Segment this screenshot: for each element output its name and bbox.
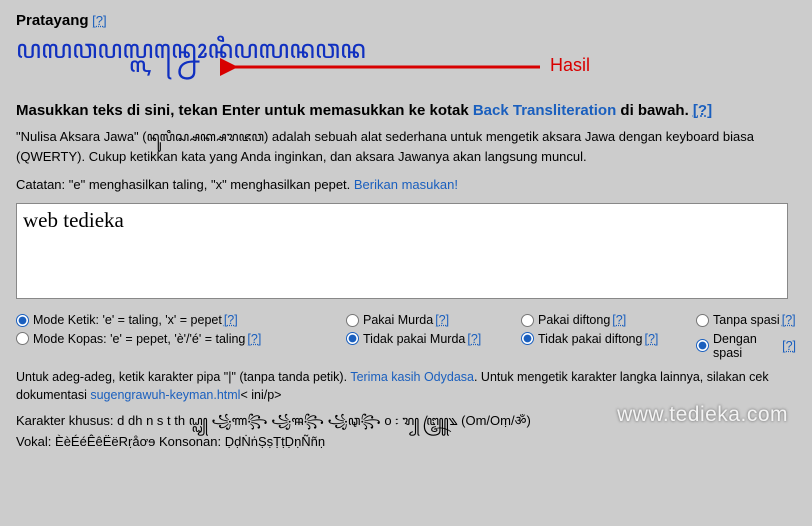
radio-label: Mode Ketik: 'e' = taling, 'x' = pepet [33, 313, 222, 327]
help-icon[interactable]: [?] [612, 313, 626, 327]
help-icon[interactable]: [?] [693, 102, 712, 119]
help-icon[interactable]: [?] [224, 313, 238, 327]
intro-pre: "Nulisa Aksara Jawa" ( [16, 129, 147, 144]
special-chars-1: Karakter khusus: d dh n s t th ꦝ꧀ꦞ꧀ ꧁ꦟ꧂ … [16, 411, 796, 432]
radio-label: Tanpa spasi [713, 313, 780, 327]
thanks-link[interactable]: Terima kasih Odydasa [350, 370, 474, 384]
main-input[interactable] [16, 203, 788, 299]
radio-pakai-murda[interactable]: Pakai Murda [?] [346, 313, 449, 327]
radio-label: Dengan spasi [713, 332, 780, 360]
heading-post: di bawah. [616, 102, 689, 119]
radio-label: Tidak pakai diftong [538, 332, 642, 346]
back-transliteration-link[interactable]: Back Transliteration [473, 102, 616, 119]
radio-label: Pakai Murda [363, 313, 433, 327]
catatan-paragraph: Catatan: "e" menghasilkan taling, "x" me… [16, 175, 796, 195]
feedback-link[interactable]: Berikan masukan! [354, 177, 458, 192]
catatan-text: Catatan: "e" menghasilkan taling, "x" me… [16, 177, 354, 192]
help-icon[interactable]: [?] [644, 332, 658, 346]
section-title: Pratayang [?] [16, 12, 796, 29]
radio-tidak-murda[interactable]: Tidak pakai Murda [?] [346, 332, 481, 346]
help-icon[interactable]: [?] [782, 313, 796, 327]
radio-pakai-diftong[interactable]: Pakai diftong [?] [521, 313, 626, 327]
intro-paragraph: "Nulisa Aksara Jawa" (ꦤꦸꦭꦶꦱ꧀ꦱꦏ꧀ꦱꦫꦗꦮ) ada… [16, 127, 796, 167]
radio-mode-kopas[interactable]: Mode Kopas: 'e' = pepet, 'è'/'é' = talin… [16, 332, 261, 346]
radio-options: Mode Ketik: 'e' = taling, 'x' = pepet [?… [16, 313, 796, 360]
radio-mode-ketik[interactable]: Mode Ketik: 'e' = taling, 'x' = pepet [?… [16, 313, 238, 327]
arrow-annotation: Hasil [220, 52, 610, 82]
title-text: Pratayang [16, 12, 89, 29]
radio-tidak-diftong[interactable]: Tidak pakai diftong [?] [521, 332, 658, 346]
radio-dengan-spasi[interactable]: Dengan spasi [?] [696, 332, 796, 360]
help-icon[interactable]: [?] [782, 339, 796, 353]
intro-javanese: ꦤꦸꦭꦶꦱ꧀ꦱꦏ꧀ꦱꦫꦗꦮ [147, 129, 264, 144]
radio-tanpa-spasi[interactable]: Tanpa spasi [?] [696, 313, 796, 327]
help-icon[interactable]: [?] [247, 332, 261, 346]
input-heading: Masukkan teks di sini, tekan Enter untuk… [16, 102, 796, 119]
radio-label: Pakai diftong [538, 313, 610, 327]
radio-label: Mode Kopas: 'e' = pepet, 'è'/'é' = talin… [33, 332, 245, 346]
radio-label: Tidak pakai Murda [363, 332, 465, 346]
footer-post: < ini/p> [240, 388, 281, 402]
footer-pre: Untuk adeg-adeg, ketik karakter pipa "|"… [16, 370, 350, 384]
doc-link[interactable]: sugengrawuh-keyman.html [90, 388, 240, 402]
help-icon[interactable]: [?] [92, 13, 106, 28]
special-chars-2: Vokal: ÈèÉéÊêËëRṛåơɘ Konsonan: ḌḍṄṅṢṣṬṭḌ… [16, 432, 796, 453]
help-icon[interactable]: [?] [467, 332, 481, 346]
footer-paragraph: Untuk adeg-adeg, ketik karakter pipa "|"… [16, 368, 796, 406]
heading-pre: Masukkan teks di sini, tekan Enter untuk… [16, 102, 473, 119]
help-icon[interactable]: [?] [435, 313, 449, 327]
hasil-label: Hasil [550, 55, 590, 76]
